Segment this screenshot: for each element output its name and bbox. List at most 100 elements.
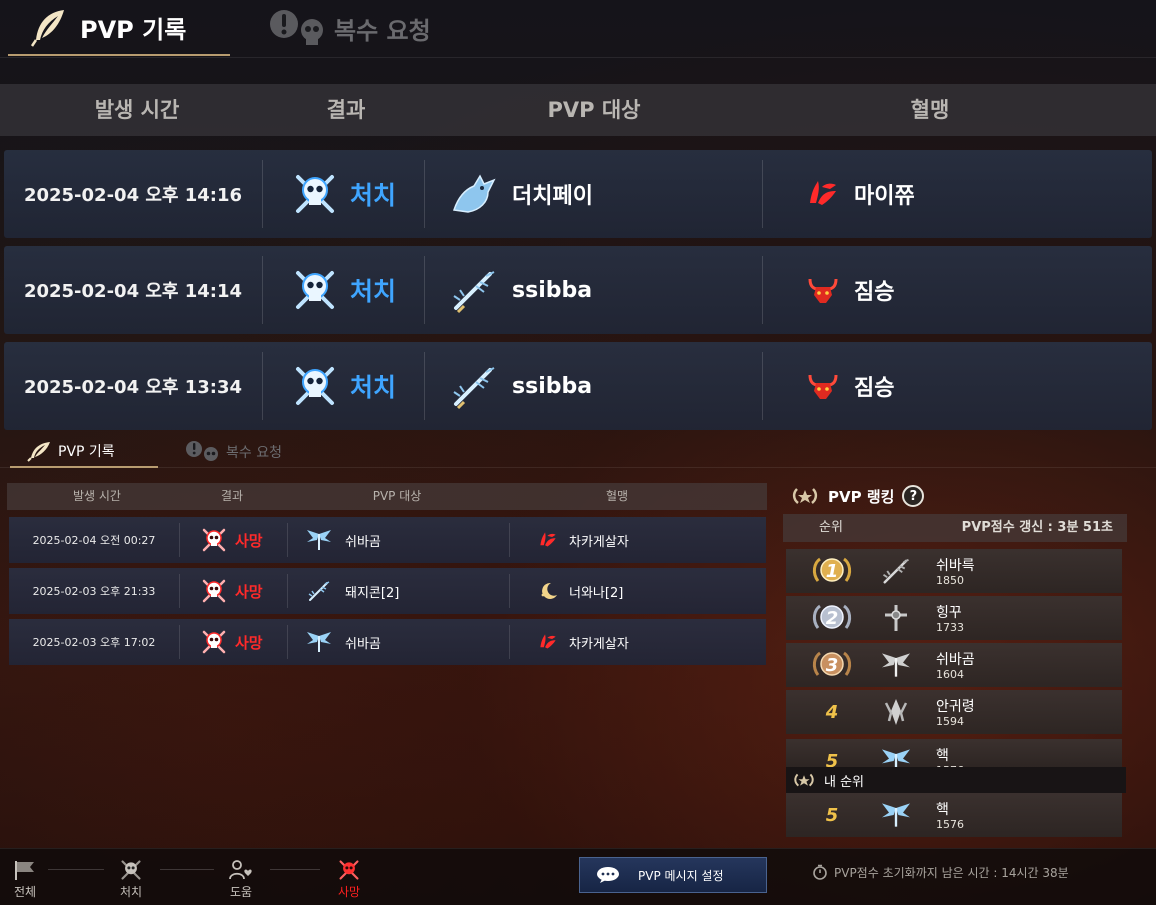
big-tab-bar: PVP 기록 복수 요청 (0, 0, 1156, 58)
table-row[interactable]: 2025-02-04 오후 14:14 처치 ssibba 짐승 (4, 246, 1152, 334)
tab-pvp-record[interactable]: PVP 기록 (8, 0, 230, 56)
row-time: 2025-02-03 오후 21:33 (32, 585, 156, 598)
divider (509, 625, 510, 659)
ranking-score: 1594 (936, 715, 964, 728)
divider (287, 625, 288, 659)
ranking-score: 1576 (936, 818, 964, 831)
feather-icon (30, 10, 64, 47)
row-time: 2025-02-04 오전 00:27 (32, 534, 156, 547)
winged-class-icon (307, 530, 331, 550)
ranking-header: 순위 PVP점수 갱신 : 3분 51초 (783, 514, 1127, 542)
divider (424, 352, 425, 420)
my-rank-row[interactable]: 5 핵 1576 (786, 793, 1122, 837)
table-row[interactable]: 2025-02-04 오전 00:27 사망 쉬바곰 차카게살자 (9, 517, 766, 563)
table-row[interactable]: 2025-02-03 오후 21:33 사망 돼지콘[2] 너와나[2] (9, 568, 766, 614)
filter-assist[interactable]: 도움 (216, 854, 266, 900)
filter-death[interactable]: 사망 (324, 854, 374, 900)
ranking-row[interactable]: 1 쉬바륵 1850 (786, 549, 1122, 593)
row-result-label: 사망 (235, 633, 263, 652)
divider (262, 352, 263, 420)
tab-revenge-request[interactable]: 복수 요청 (268, 0, 431, 56)
rank-number: 5 (825, 804, 839, 826)
death-skull-icon (202, 630, 226, 654)
ranking-name: 쉬바곰 (936, 652, 975, 668)
row-result: 사망 (201, 619, 263, 665)
filter-connector (160, 869, 214, 870)
divider (762, 352, 763, 420)
user-heart-icon (229, 860, 252, 880)
filter-all-label: 전체 (13, 885, 37, 899)
small-tab-bar: PVP 기록 복수 요청 (0, 436, 1156, 468)
row-target: ssibba (450, 342, 592, 430)
row-guild-name: 마이쮸 (854, 184, 915, 209)
row-guild: 짐승 (806, 342, 894, 430)
ranking-score: 1733 (936, 621, 964, 634)
pvp-message-settings-button[interactable]: PVP 메시지 설정 (579, 857, 767, 893)
header-guild: 혈맹 (910, 98, 950, 122)
table-row[interactable]: 2025-02-03 오후 17:02 사망 쉬바곰 차카게살자 (9, 619, 766, 665)
help-icon[interactable]: ? (902, 485, 925, 507)
divider (179, 574, 180, 608)
class-icon (878, 799, 914, 831)
death-skull-icon (202, 579, 226, 603)
ranking-row[interactable]: 2 힝꾸 1733 (786, 596, 1122, 640)
row-guild-name: 차카게살자 (569, 636, 629, 652)
bull-emblem-icon (808, 374, 838, 399)
cross-class-icon (885, 605, 907, 631)
crystal-class-icon (884, 699, 908, 725)
tab-pvp-record-small[interactable]: PVP 기록 (10, 436, 158, 468)
divider (262, 160, 263, 228)
rank-number: 5 (825, 750, 839, 768)
death-skull-icon (339, 860, 359, 880)
row-result-label: 처치 (350, 277, 397, 306)
stopwatch-icon (813, 864, 827, 880)
rank-number: 3 (825, 654, 839, 676)
divider (424, 160, 425, 228)
rank-number: 1 (825, 560, 839, 582)
ranking-name: 쉬바륵 (936, 558, 975, 574)
ranking-score: 1850 (936, 574, 964, 587)
tab-revenge-request-small[interactable]: 복수 요청 (184, 436, 282, 468)
row-guild-name: 차카게살자 (569, 534, 629, 550)
row-result-label: 처치 (350, 181, 397, 210)
ranking-row[interactable]: 3 쉬바곰 1604 (786, 643, 1122, 687)
ranking-row[interactable]: 5 핵 1576 (786, 739, 1122, 767)
ranking-name: 안귀령 (936, 699, 975, 715)
tab-pvp-record-label: PVP 기록 (80, 15, 187, 44)
header-target: PVP 대상 (372, 489, 422, 503)
skull-crossbones-icon (121, 860, 141, 880)
class-icon (878, 696, 914, 728)
filter-all[interactable]: 전체 (0, 854, 50, 900)
filter-connector (48, 869, 104, 870)
class-icon (878, 649, 914, 681)
ice-sword-class-icon (453, 271, 495, 314)
header-time: 발생 시간 (73, 489, 121, 503)
laurel-icon (792, 488, 818, 504)
row-guild: 차카게살자 (537, 517, 629, 563)
table-row[interactable]: 2025-02-04 오후 14:16 처치 더치페이 마이쮸 (4, 150, 1152, 238)
rank-number: 2 (825, 607, 839, 629)
row-target: 쉬바곰 (305, 517, 381, 563)
ranking-update-timer: PVP점수 갱신 : 3분 51초 (961, 520, 1113, 535)
table-row[interactable]: 2025-02-04 오후 13:34 처치 ssibba 짐승 (4, 342, 1152, 430)
skull-crossbones-icon (296, 271, 334, 309)
pvp-message-settings-label: PVP 메시지 설정 (638, 868, 724, 883)
row-target: 돼지콘[2] (305, 568, 399, 614)
row-target-name: ssibba (512, 277, 593, 303)
skull-crossbones-icon (296, 367, 334, 405)
filter-kill[interactable]: 처치 (106, 854, 156, 900)
row-target: 더치페이 (450, 150, 593, 238)
ice-sword-class-icon (308, 581, 330, 601)
chat-bubble-icon (597, 867, 619, 883)
row-time: 2025-02-03 오후 17:02 (32, 636, 156, 649)
ranking-row[interactable]: 4 안귀령 1594 (786, 690, 1122, 734)
header-guild: 혈맹 (605, 489, 629, 503)
divider (509, 574, 510, 608)
filter-assist-label: 도움 (229, 885, 253, 899)
ice-sword-class-icon (453, 367, 495, 410)
class-icon (878, 745, 914, 767)
class-icon (878, 602, 914, 634)
row-target-name: 쉬바곰 (345, 534, 381, 550)
divider (509, 523, 510, 557)
row-result: 처치 (292, 342, 396, 430)
